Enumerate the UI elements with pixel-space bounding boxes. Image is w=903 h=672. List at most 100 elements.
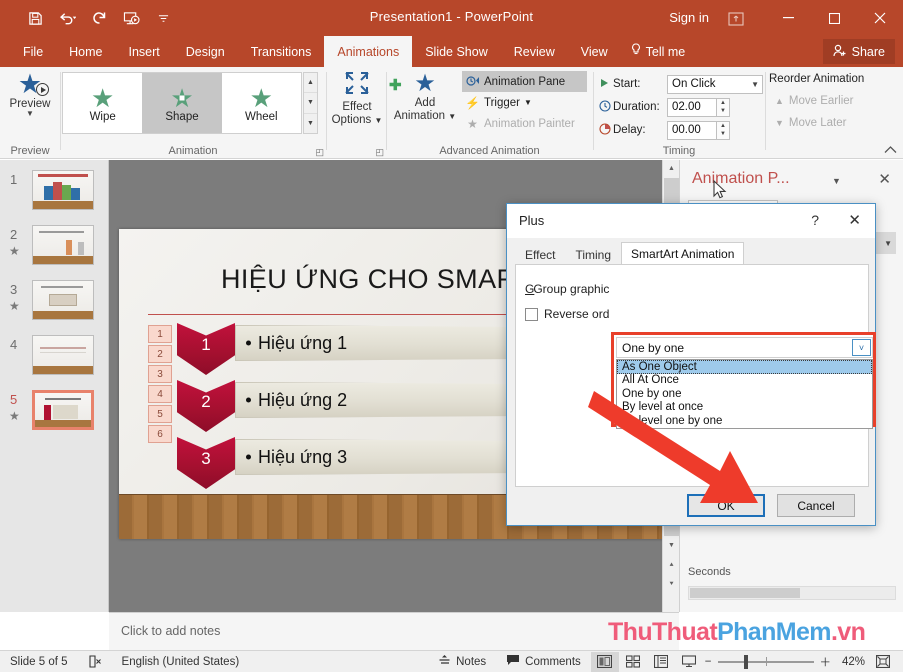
slide-title[interactable]: HIỆU ỨNG CHO SMART bbox=[221, 264, 533, 295]
option-as-one-object[interactable]: As One Object bbox=[617, 360, 872, 374]
normal-view-button[interactable] bbox=[590, 651, 619, 672]
scroll-down-icon[interactable]: ▼ bbox=[663, 537, 680, 554]
notes-toggle[interactable]: Notes bbox=[428, 651, 496, 672]
animation-wheel[interactable]: ★ Wheel bbox=[222, 73, 301, 133]
comments-toggle[interactable]: Comments bbox=[496, 651, 591, 672]
pane-options-chevron-icon[interactable]: ▼ bbox=[832, 176, 841, 186]
reverse-order-checkbox[interactable] bbox=[525, 307, 538, 321]
preview-button[interactable]: ★ Preview ▼ bbox=[6, 71, 54, 118]
slide-thumbnail-panel[interactable]: 1 2 ★ 3 ★ 4 5 ★ bbox=[0, 160, 109, 612]
add-animation-line2: Animation ▼ bbox=[393, 110, 457, 122]
dialog-tab-timing[interactable]: Timing bbox=[565, 244, 622, 265]
smartart-chevron-3[interactable]: 3 bbox=[177, 437, 235, 489]
spin-up-icon[interactable]: ▲ bbox=[717, 99, 729, 108]
ribbon-display-options-icon[interactable] bbox=[721, 8, 751, 30]
delay-input[interactable]: 00.00 bbox=[667, 120, 717, 140]
animation-pane-toggle[interactable]: Animation Pane bbox=[462, 71, 587, 92]
tab-view[interactable]: View bbox=[568, 36, 621, 67]
move-earlier-label: Move Earlier bbox=[788, 95, 854, 107]
reverse-order-row[interactable]: Reverse ord bbox=[525, 307, 609, 321]
dialog-tab-smartart-animation[interactable]: SmartArt Animation bbox=[621, 242, 745, 265]
animation-wheel-label: Wheel bbox=[245, 110, 278, 123]
duration-input[interactable]: 02.00 bbox=[667, 97, 717, 117]
chevron-down-icon[interactable]: ▼ bbox=[6, 110, 54, 118]
tab-home[interactable]: Home bbox=[56, 36, 115, 67]
gallery-scroll[interactable]: ▲ ▼ ▼ bbox=[303, 72, 318, 134]
delay-spinner[interactable]: ▲ ▼ bbox=[717, 120, 730, 140]
zoom-slider-handle[interactable] bbox=[743, 654, 748, 669]
maximize-button[interactable] bbox=[811, 0, 857, 36]
slide-thumb-5[interactable]: 5 ★ bbox=[0, 388, 109, 440]
group-graphic-combo[interactable]: One by one ˅ bbox=[616, 337, 873, 358]
slide-thumb-1[interactable]: 1 bbox=[0, 168, 109, 220]
scrollbar-thumb[interactable] bbox=[690, 588, 800, 598]
next-slide-icon[interactable]: ⯆ bbox=[663, 576, 680, 593]
close-button[interactable] bbox=[857, 0, 903, 36]
animation-star-icon: ★ bbox=[9, 409, 20, 423]
spin-down-icon[interactable]: ▼ bbox=[717, 130, 729, 139]
clock-icon bbox=[597, 99, 613, 115]
spin-up-icon[interactable]: ▲ bbox=[717, 122, 729, 131]
notes-placeholder[interactable]: Click to add notes bbox=[121, 624, 220, 638]
animation-pane-hscrollbar[interactable] bbox=[688, 586, 896, 600]
gallery-more-icon[interactable]: ▼ bbox=[304, 112, 317, 133]
smartart-chevron-2[interactable]: 2 bbox=[177, 380, 235, 432]
chevron-down-icon[interactable]: ▼ bbox=[884, 239, 892, 248]
advanced-animation-list: Animation Pane ⚡ Trigger ▼ ★ Animation P… bbox=[462, 71, 587, 134]
tab-animations[interactable]: Animations bbox=[324, 36, 413, 67]
tell-me-search[interactable]: Tell me bbox=[621, 36, 696, 67]
sign-in-link[interactable]: Sign in bbox=[669, 10, 709, 25]
cancel-button[interactable]: Cancel bbox=[777, 494, 855, 517]
spell-check-icon[interactable] bbox=[78, 651, 112, 672]
dialog-help-icon[interactable]: ? bbox=[811, 212, 819, 228]
chevron-down-icon[interactable]: ˅ bbox=[852, 339, 871, 356]
animation-shape[interactable]: ★ Shape bbox=[142, 73, 222, 133]
add-animation-button[interactable]: ✚ ★ Add Animation ▼ bbox=[389, 71, 458, 123]
collapse-ribbon-icon[interactable] bbox=[884, 145, 897, 157]
zoom-slider[interactable] bbox=[714, 652, 818, 672]
minimize-button[interactable] bbox=[765, 0, 811, 36]
dialog-tab-effect[interactable]: Effect bbox=[515, 244, 566, 265]
smartart-chevron-1[interactable]: 1 bbox=[177, 323, 235, 375]
slide-thumb-3[interactable]: 3 ★ bbox=[0, 278, 109, 330]
gallery-scroll-up-icon[interactable]: ▲ bbox=[304, 73, 317, 92]
zoom-in-button[interactable]: ＋ bbox=[818, 651, 834, 672]
effect-dialog-launcher[interactable]: ◰ bbox=[375, 147, 384, 158]
notes-pane[interactable]: Click to add notes bbox=[109, 612, 679, 650]
animation-gallery[interactable]: ★ Wipe ★ Shape ★ Wheel bbox=[62, 72, 302, 134]
tab-transitions[interactable]: Transitions bbox=[238, 36, 325, 67]
duration-label: Duration: bbox=[613, 101, 660, 113]
tab-slide-show[interactable]: Slide Show bbox=[412, 36, 501, 67]
slide-sorter-button[interactable] bbox=[619, 652, 647, 672]
share-button[interactable]: Share bbox=[822, 39, 895, 64]
notes-icon bbox=[438, 654, 451, 669]
zoom-percentage[interactable]: 42% bbox=[833, 656, 869, 668]
slide-count[interactable]: Slide 5 of 5 bbox=[0, 651, 78, 672]
animation-pane-close-icon[interactable]: ✕ bbox=[878, 170, 891, 188]
start-select[interactable]: On Click ▼ bbox=[667, 74, 763, 94]
previous-slide-icon[interactable]: ⯅ bbox=[663, 557, 680, 574]
reading-view-button[interactable] bbox=[647, 652, 675, 672]
scroll-up-icon[interactable]: ▲ bbox=[663, 160, 680, 177]
duration-spinner[interactable]: ▲ ▼ bbox=[717, 97, 730, 117]
trigger-button[interactable]: ⚡ Trigger ▼ bbox=[462, 92, 587, 113]
slide-show-button[interactable] bbox=[675, 652, 703, 672]
watermark: ThuThuatPhanMem.vn bbox=[608, 618, 866, 647]
language-status[interactable]: English (United States) bbox=[112, 651, 250, 672]
tab-design[interactable]: Design bbox=[173, 36, 238, 67]
dialog-close-icon[interactable]: ✕ bbox=[848, 211, 861, 229]
fit-slide-to-window-button[interactable] bbox=[869, 652, 897, 672]
animation-dialog-launcher[interactable]: ◰ bbox=[315, 147, 324, 158]
zoom-out-button[interactable]: − bbox=[703, 651, 714, 672]
effect-options-button[interactable]: Effect Options ▼ bbox=[330, 71, 384, 127]
title-bar: Presentation1 - PowerPoint Sign in bbox=[0, 0, 903, 36]
spin-down-icon[interactable]: ▼ bbox=[717, 107, 729, 116]
slide-thumb-2[interactable]: 2 ★ bbox=[0, 223, 109, 275]
animation-wipe[interactable]: ★ Wipe bbox=[63, 73, 142, 133]
gallery-scroll-down-icon[interactable]: ▼ bbox=[304, 92, 317, 112]
slide-thumb-4[interactable]: 4 bbox=[0, 333, 109, 385]
tab-file[interactable]: File bbox=[10, 36, 56, 67]
powerpoint-window: Presentation1 - PowerPoint Sign in File … bbox=[0, 0, 903, 672]
tab-review[interactable]: Review bbox=[501, 36, 568, 67]
tab-insert[interactable]: Insert bbox=[116, 36, 173, 67]
